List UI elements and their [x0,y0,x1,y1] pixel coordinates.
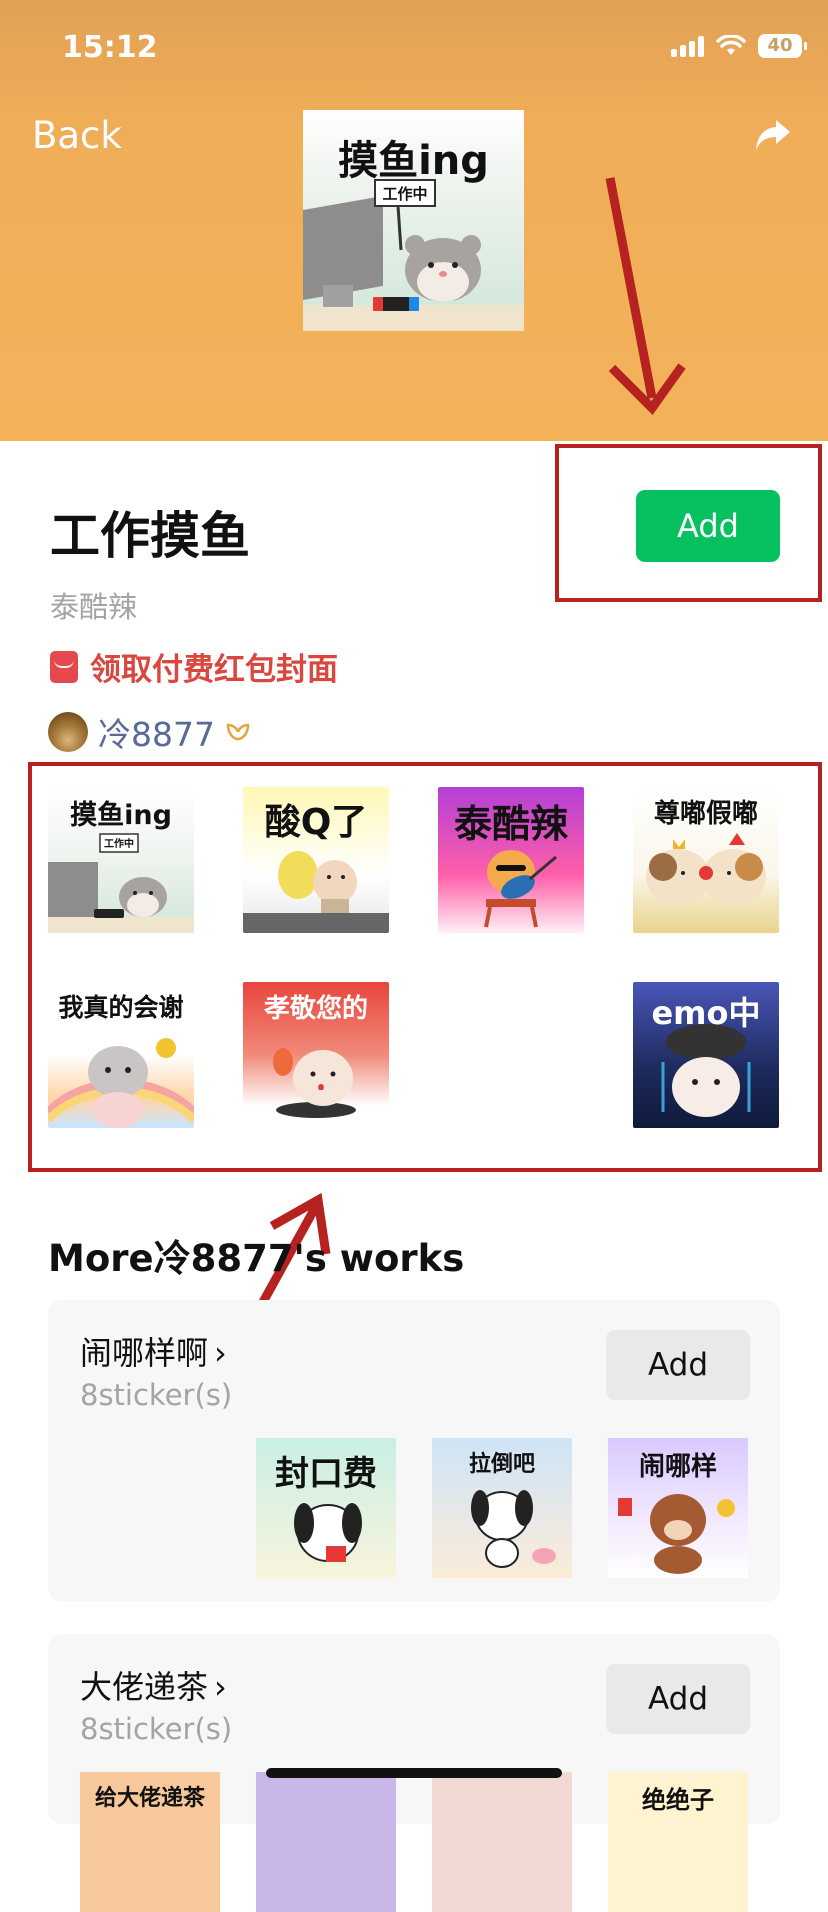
back-button[interactable]: Back [32,114,122,157]
pack-cover-image: 摸鱼ing 工作中 [303,110,524,331]
creator-badge-icon [226,723,250,741]
status-time: 15:12 [62,30,158,65]
preview-sticker: 给大佬递茶 [80,1772,220,1912]
card-pack-name: 闹哪样啊 › [80,1328,227,1374]
more-pack-card-2[interactable]: 大佬递茶 › 8sticker(s) Add 给大佬递茶 绝绝子 [48,1634,780,1912]
creator-link[interactable]: 冷8877 [48,708,251,756]
battery-icon: 40 [758,34,807,58]
share-icon[interactable] [754,118,792,152]
pack-author: 泰酷辣 [50,590,138,624]
sticker-art [618,1494,735,1574]
sticker-art [294,1503,362,1562]
signal-icon [671,35,704,57]
card-pack-count: 8sticker(s) [80,1378,233,1412]
annotation-box-stickers [28,762,822,1172]
annotation-box-add [555,444,822,602]
avatar [48,712,88,752]
creator-name: 冷8877 [98,715,215,754]
chevron-right-icon: › [214,1668,227,1706]
card-add-button[interactable]: Add [606,1664,750,1734]
preview-label: 绝绝子 [642,1786,714,1814]
preview-sticker: 绝绝子 [608,1772,748,1912]
home-indicator [266,1768,562,1778]
wifi-icon [716,35,746,55]
card-pack-name-text: 大佬递茶 [80,1668,209,1706]
card-pack-name-text: 闹哪样啊 [80,1334,209,1372]
red-packet-icon [50,650,78,683]
preview-sticker: 闹哪样 [608,1438,748,1578]
preview-sticker: 拉倒吧 [432,1438,572,1578]
svg-text:工作中: 工作中 [382,185,427,203]
cover-illustration: 工作中 [303,179,524,331]
card-pack-name: 大佬递茶 › [80,1662,227,1708]
preview-sticker [432,1772,572,1912]
preview-label: 给大佬递茶 [94,1786,205,1811]
preview-sticker: 封口费 [256,1438,396,1578]
chevron-right-icon: › [214,1334,227,1372]
more-works-title: More冷8877's works [48,1237,465,1280]
card-add-button[interactable]: Add [606,1330,750,1400]
preview-sticker [256,1772,396,1912]
sticker-art [471,1490,556,1568]
red-packet-label: 领取付费红包封面 [90,652,338,688]
card-pack-count: 8sticker(s) [80,1712,233,1746]
pack-title: 工作摸鱼 [50,507,250,565]
red-packet-link[interactable]: 领取付费红包封面 [50,644,338,689]
status-icons: 40 [671,34,807,58]
more-pack-card-1[interactable]: 闹哪样啊 › 8sticker(s) Add 封口费 拉倒吧 闹哪样 [48,1300,780,1602]
